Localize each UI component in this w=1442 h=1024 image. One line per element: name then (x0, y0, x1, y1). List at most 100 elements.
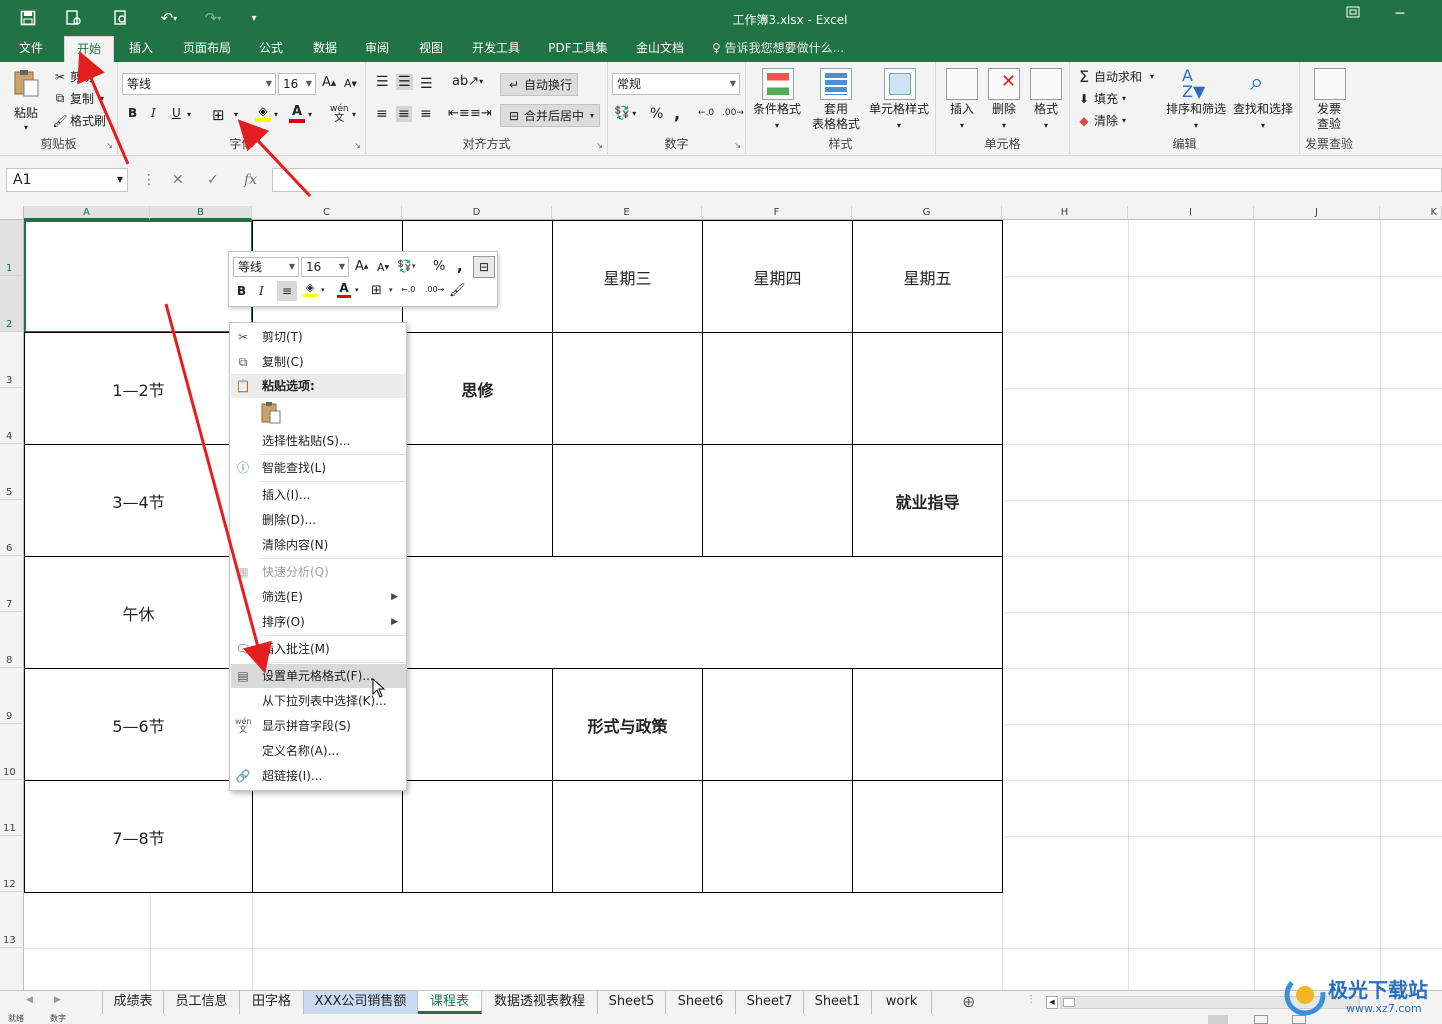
menu-item-hyperlink[interactable]: 🔗 超链接(I)... (231, 764, 406, 788)
scroll-tabs-left-icon[interactable]: ◀ (26, 995, 33, 1005)
paste-button[interactable]: 粘贴 ▾ (8, 68, 44, 132)
mini-increase-font-icon[interactable]: A ▲ (355, 259, 369, 274)
scroll-tabs-right-icon[interactable]: ▶ (54, 995, 61, 1005)
font-color-icon[interactable]: A (288, 104, 306, 124)
bold-button[interactable]: B (128, 106, 137, 120)
cell-e5[interactable] (552, 444, 703, 557)
cell-a1-selected[interactable] (24, 220, 253, 333)
cell-a9[interactable]: 5—6节 (24, 668, 253, 781)
column-header-b[interactable]: B (150, 206, 252, 220)
align-right-icon[interactable]: ≡ (420, 106, 432, 122)
sheet-tab[interactable]: Sheet5 (598, 991, 666, 1014)
sheet-tab[interactable]: 田字格 (240, 991, 304, 1014)
paste-option-button[interactable] (260, 401, 284, 427)
menu-item-quick-analysis[interactable]: ▦ 快速分析(Q) (231, 560, 406, 584)
cell-g3[interactable] (852, 332, 1003, 445)
autosum-button[interactable]: Σ 自动求和 ▾ (1076, 67, 1154, 86)
cell-d5[interactable] (402, 444, 553, 557)
wrap-text-button[interactable]: ↵ 自动换行 (500, 73, 579, 96)
column-header-g[interactable]: G (852, 206, 1002, 220)
cell-e11[interactable] (552, 780, 703, 893)
cell-a11[interactable]: 7—8节 (24, 780, 253, 893)
delete-cells-button[interactable]: ✕ 删除 ▾ (982, 68, 1026, 132)
mini-borders-icon[interactable]: ⊞ (371, 283, 382, 298)
align-top-icon[interactable]: ☰ (376, 74, 389, 90)
find-select-button[interactable]: ⌕ 查找和选择 ▾ (1230, 68, 1296, 132)
fill-button[interactable]: ⬇ 填充 ▾ (1076, 90, 1126, 107)
mini-font-size-combo[interactable]: 16 ▼ (301, 257, 349, 277)
scroll-left-icon[interactable]: ◀ (1046, 996, 1058, 1009)
tab-page-layout[interactable]: 页面布局 (174, 36, 240, 62)
tell-me-search[interactable]: ♀ 告诉我您想要做什么... (712, 36, 844, 62)
cell-a7[interactable]: 午休 (24, 556, 253, 669)
menu-item-smart-lookup[interactable]: ⓘ 智能查找(L) (231, 456, 406, 480)
row-header-5[interactable]: 5 (0, 444, 24, 500)
column-header-c[interactable]: C (252, 206, 402, 220)
decrease-font-size-icon[interactable]: A ▼ (344, 77, 357, 90)
number-format-combo[interactable]: 常规 ▼ (612, 73, 740, 95)
cell-e3[interactable] (552, 332, 703, 445)
underline-dropdown-icon[interactable]: ▾ (187, 110, 191, 119)
cell-f9[interactable] (702, 668, 853, 781)
tab-insert[interactable]: 插入 (118, 36, 164, 62)
sheet-tab[interactable]: Sheet7 (736, 991, 804, 1014)
sheet-tab[interactable]: work (872, 991, 932, 1014)
mini-bold-button[interactable]: B (237, 284, 246, 298)
cell-d9[interactable] (402, 668, 553, 781)
orientation-icon[interactable]: ab↗ ▾ (452, 74, 483, 89)
insert-function-icon[interactable]: fx (244, 172, 257, 188)
sheet-tab-active[interactable]: 课程表 (418, 991, 482, 1014)
menu-item-insert[interactable]: 插入(I)... (231, 483, 406, 507)
tab-data[interactable]: 数据 (302, 36, 348, 62)
row-header-1[interactable]: 1 (0, 220, 24, 276)
cell-f3[interactable] (702, 332, 853, 445)
normal-view-icon[interactable] (1208, 1015, 1228, 1024)
phonetic-guide-icon[interactable]: wén 文 (330, 104, 349, 124)
format-painter-button[interactable]: 🖌 格式刷 (52, 112, 106, 129)
sheet-tab[interactable]: Sheet6 (666, 991, 736, 1014)
phonetic-dropdown-icon[interactable]: ▾ (352, 110, 356, 119)
cut-button[interactable]: ✂ 剪切 (52, 68, 94, 85)
sheet-tab[interactable]: 员工信息 (164, 991, 240, 1014)
menu-item-cut[interactable]: ✂ 剪切(T) (231, 325, 406, 349)
splitter-handle-icon[interactable]: ⋮ (1026, 994, 1036, 1005)
tab-kingsoft-docs[interactable]: 金山文档 (626, 36, 694, 62)
sheet-tab[interactable]: 成绩表 (102, 991, 164, 1014)
menu-item-paste-special[interactable]: 选择性粘贴(S)... (231, 429, 406, 453)
row-header-12[interactable]: 12 (0, 836, 24, 892)
cell-d3[interactable]: 思修 (402, 332, 553, 445)
cell-g9[interactable] (852, 668, 1003, 781)
cell-f1[interactable]: 星期四 (702, 220, 853, 333)
clear-button[interactable]: ◆ 清除 ▾ (1076, 112, 1126, 129)
redo-icon[interactable]: ↷ ▾ (196, 6, 230, 30)
italic-button[interactable]: I (151, 106, 156, 120)
tab-pdf-tools[interactable]: PDF工具集 (540, 36, 616, 62)
format-cells-button[interactable]: 格式 ▾ (1024, 68, 1068, 132)
scrollbar-thumb[interactable] (1063, 998, 1075, 1007)
mini-merge-center-icon[interactable]: ⊟ (473, 256, 495, 278)
mini-italic-button[interactable]: I (259, 284, 264, 298)
mini-increase-decimal-icon[interactable]: ←.0 (401, 285, 415, 294)
column-header-h[interactable]: H (1002, 206, 1128, 220)
decrease-decimal-icon[interactable]: .00→ (722, 108, 744, 118)
align-center-icon[interactable]: ≡ (396, 106, 412, 122)
cell-g1[interactable]: 星期五 (852, 220, 1003, 333)
increase-font-size-icon[interactable]: A ▲ (322, 75, 336, 90)
menu-item-clear-contents[interactable]: 清除内容(N) (231, 533, 406, 557)
formula-input[interactable] (272, 168, 1442, 192)
row-header-13[interactable]: 13 (0, 892, 24, 948)
font-color-dropdown-icon[interactable]: ▾ (308, 110, 312, 119)
tab-developer[interactable]: 开发工具 (462, 36, 530, 62)
sheet-tab[interactable]: XXX公司销售额 (304, 991, 418, 1014)
mini-borders-dropdown-icon[interactable]: ▾ (389, 286, 393, 294)
sort-filter-button[interactable]: A Z▼ 排序和筛选 ▾ (1164, 68, 1228, 132)
tab-home[interactable]: 开始 (64, 36, 114, 62)
tab-review[interactable]: 审阅 (354, 36, 400, 62)
name-box[interactable]: A1 ▼ (6, 168, 128, 192)
mini-comma-button[interactable]: , (457, 257, 463, 275)
borders-icon[interactable]: ⊞ (212, 106, 225, 124)
row-header-6[interactable]: 6 (0, 500, 24, 556)
mini-fill-color-icon[interactable]: ◈ (303, 281, 317, 297)
mini-fill-dropdown-icon[interactable]: ▾ (321, 286, 325, 294)
mini-decrease-font-icon[interactable]: A ▼ (377, 261, 389, 274)
